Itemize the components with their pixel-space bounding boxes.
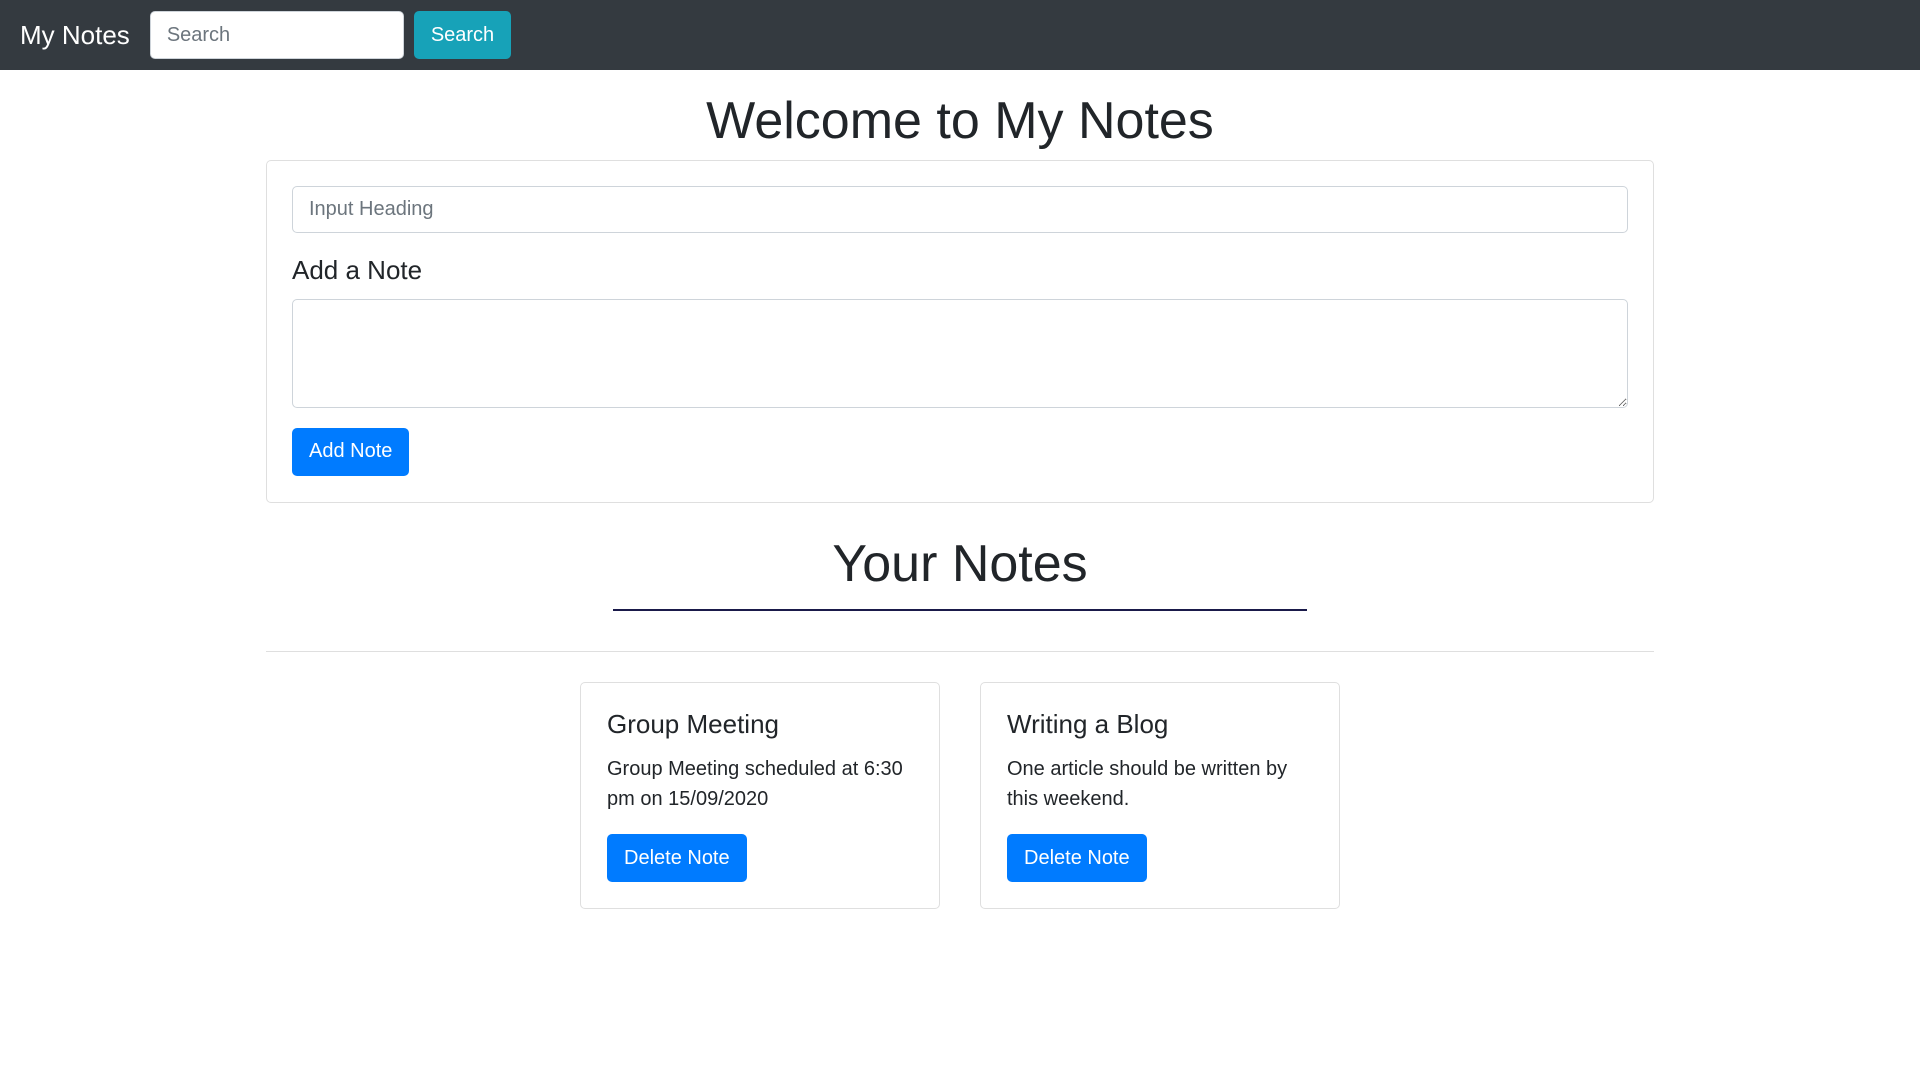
add-note-label: Add a Note: [292, 255, 423, 286]
add-note-button[interactable]: Add Note: [292, 427, 410, 476]
note-title: Writing a Blog: [1007, 708, 1169, 739]
add-note-card: Add a Note Add Note: [266, 160, 1654, 503]
brand-title[interactable]: My Notes: [20, 22, 130, 48]
notes-section-title: Your Notes: [832, 534, 1088, 593]
main-content: Welcome to My Notes Add a Note Add Note …: [266, 90, 1654, 910]
note-card: Group Meeting Group Meeting scheduled at…: [580, 681, 940, 910]
notes-list: Group Meeting Group Meeting scheduled at…: [266, 681, 1654, 910]
delete-note-button[interactable]: Delete Note: [1007, 834, 1147, 883]
delete-note-button[interactable]: Delete Note: [607, 834, 747, 883]
navbar: My Notes Search: [0, 0, 1920, 70]
notes-title-underline: [613, 608, 1307, 611]
search-input[interactable]: [149, 11, 404, 59]
search-button[interactable]: Search: [413, 11, 512, 59]
note-card: Writing a Blog One article should be wri…: [980, 681, 1340, 910]
note-textarea[interactable]: [292, 298, 1628, 408]
heading-input[interactable]: [292, 186, 1628, 234]
page-title: Welcome to My Notes: [706, 92, 1214, 150]
section-divider: [266, 650, 1654, 652]
note-text: One article should be written by this we…: [1007, 758, 1288, 811]
note-text: Group Meeting scheduled at 6:30 pm on 15…: [607, 758, 903, 811]
note-title: Group Meeting: [607, 708, 779, 739]
